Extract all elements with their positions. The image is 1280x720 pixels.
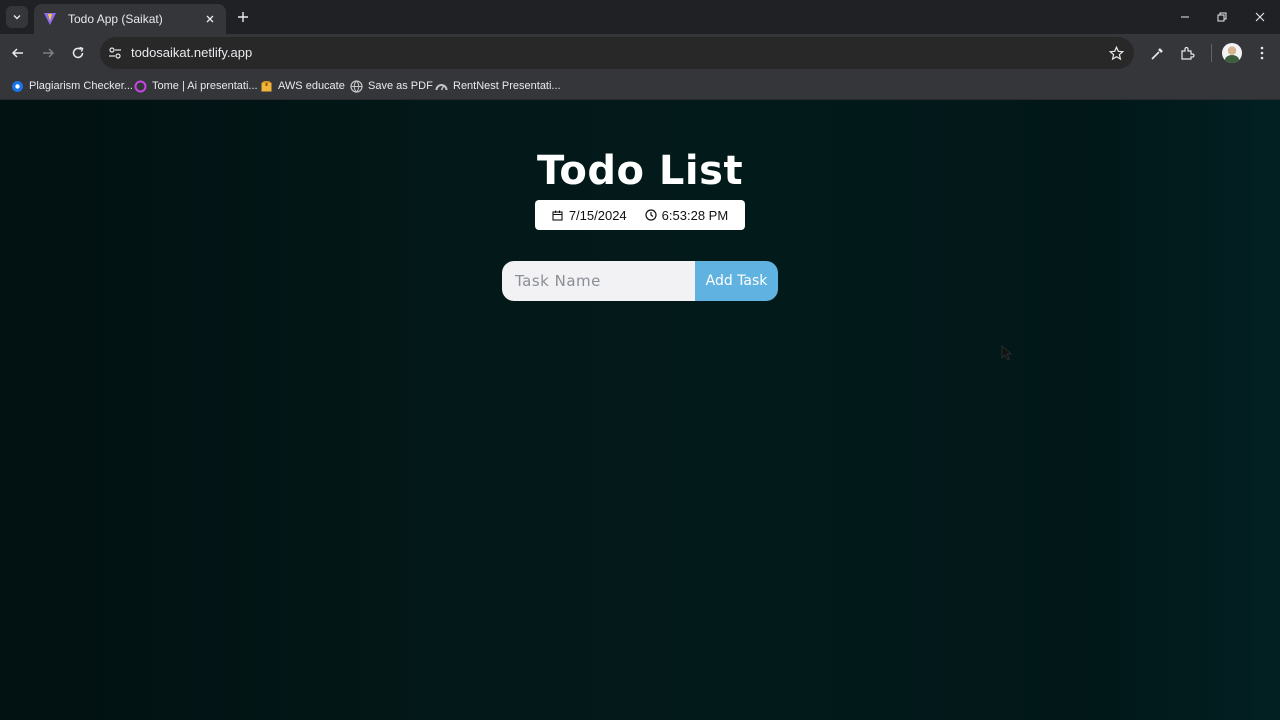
restore-button[interactable] [1207,6,1237,28]
date-display: 7/15/2024 [552,208,627,223]
page-viewport: Todo List 7/15/2024 6:53:28 PM Add Task [0,100,1280,720]
bookmark-star-icon[interactable] [1108,45,1124,61]
bookmark-tome[interactable]: Tome | Ai presentati... [133,77,258,95]
tab-title: Todo App (Saikat) [68,12,163,26]
date-text: 7/15/2024 [568,207,627,223]
close-icon [1255,12,1265,22]
tome-icon [133,79,147,93]
more-menu-icon[interactable] [1253,44,1271,62]
page-title: Todo List [536,148,744,194]
minimize-icon [1181,16,1189,18]
bookmarks-bar: Plagiarism Checker... Tome | Ai presenta… [0,72,1280,100]
address-bar[interactable]: todosaikat.netlify.app [100,37,1134,69]
time-text: 6:53:28 PM [661,207,729,223]
arrow-right-icon [43,48,55,58]
bookmark-label: AWS educate [278,80,345,92]
bookmark-label: Save as PDF [368,80,433,92]
clock-icon [645,209,657,221]
time-display: 6:53:28 PM [645,207,729,223]
bookmark-plagiarism-checker[interactable]: Plagiarism Checker... [10,77,133,95]
gauge-icon [434,79,448,93]
reload-icon [72,46,84,59]
package-icon [259,79,273,93]
url-text[interactable]: todosaikat.netlify.app [131,45,252,60]
new-tab-button[interactable] [233,7,253,27]
bookmark-label: RentNest Presentati... [453,80,561,92]
bookmark-rentnest[interactable]: RentNest Presentati... [434,77,561,95]
tab-search-button[interactable] [6,6,28,28]
extensions-icon[interactable] [1178,44,1196,62]
globe-blue-icon [10,79,24,93]
eyedropper-icon[interactable] [1148,44,1166,62]
chevron-down-icon [13,15,21,20]
reload-button[interactable] [66,41,90,65]
browser-tab[interactable]: Todo App (Saikat) [34,4,226,34]
date-time-badge: 7/15/2024 6:53:28 PM [535,200,745,230]
restore-icon [1217,12,1227,22]
bookmark-label: Tome | Ai presentati... [152,80,258,92]
bookmark-aws-educate[interactable]: AWS educate [259,77,345,95]
close-window-button[interactable] [1245,6,1275,28]
add-task-button[interactable]: Add Task [695,261,778,301]
minimize-button[interactable] [1170,6,1200,28]
plus-icon [238,12,248,22]
profile-avatar[interactable] [1222,43,1242,63]
bookmark-save-as-pdf[interactable]: Save as PDF [349,77,433,95]
task-name-input[interactable] [502,261,695,301]
add-task-form: Add Task [502,261,778,301]
browser-toolbar: todosaikat.netlify.app [0,34,1280,72]
tab-strip: Todo App (Saikat) [0,0,1280,34]
mouse-cursor-icon [1001,345,1013,361]
arrow-left-icon [11,48,23,58]
forward-button[interactable] [36,41,60,65]
toolbar-separator [1211,44,1212,62]
globe-icon [349,79,363,93]
tab-close-icon[interactable] [202,11,218,27]
back-button[interactable] [6,41,30,65]
calendar-icon [552,209,564,221]
vite-logo-icon [42,11,58,27]
site-info-icon[interactable] [107,45,123,61]
bookmark-label: Plagiarism Checker... [29,80,133,92]
